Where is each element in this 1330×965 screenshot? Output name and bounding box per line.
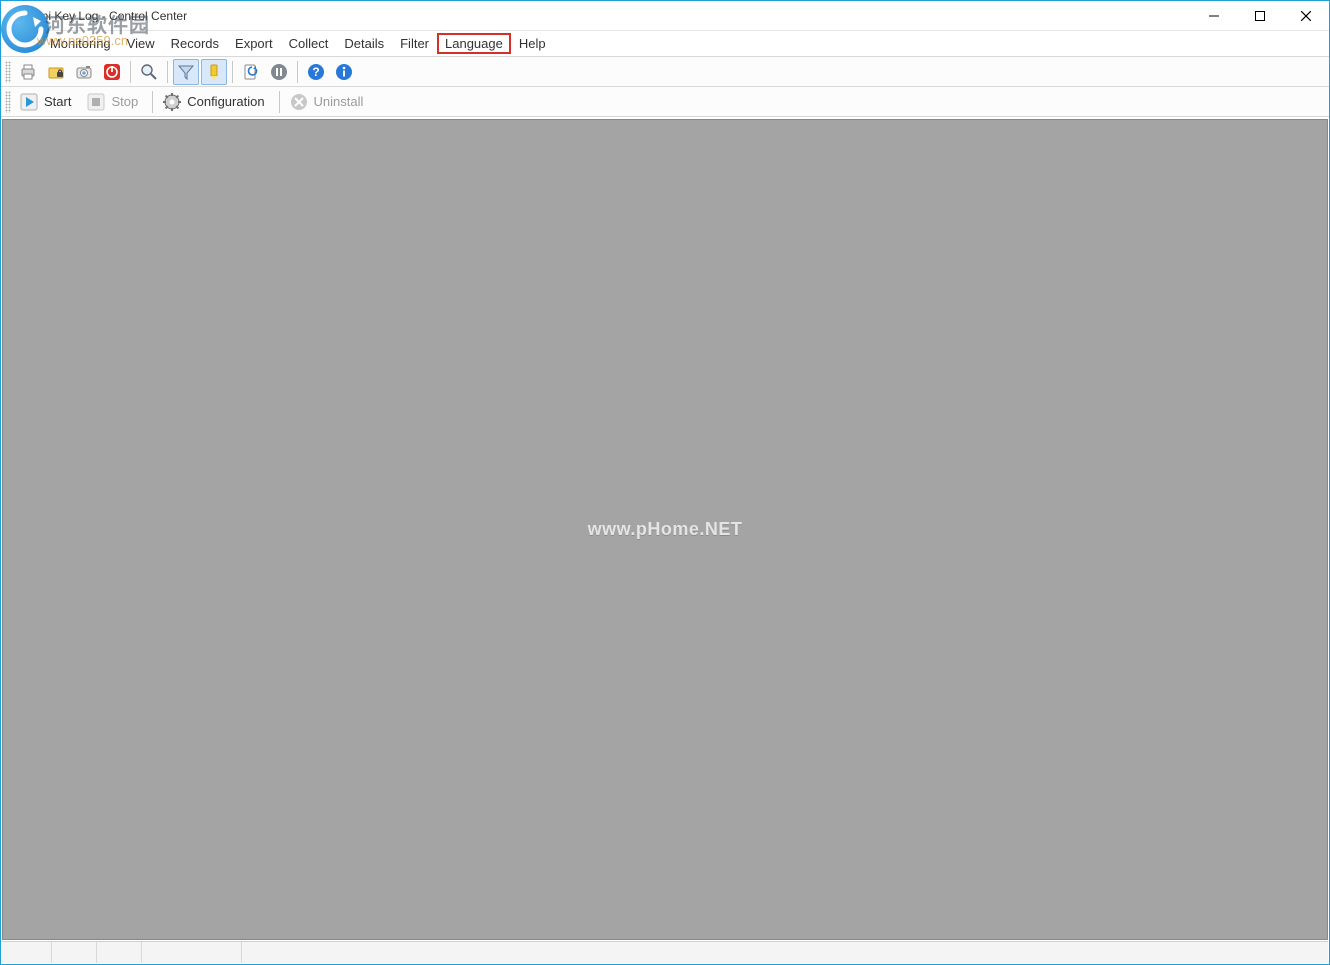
help-icon[interactable]: ?: [303, 59, 329, 85]
menu-monitoring[interactable]: Monitoring: [42, 33, 119, 54]
play-icon: [20, 93, 38, 111]
menu-view[interactable]: View: [119, 33, 163, 54]
status-cell: [2, 942, 52, 963]
menu-file[interactable]: File: [5, 33, 42, 54]
minimize-button[interactable]: [1191, 1, 1237, 30]
funnel-icon[interactable]: [173, 59, 199, 85]
watermark-text: www.pHome.NET: [588, 519, 743, 540]
gear-icon: [163, 93, 181, 111]
stop-label: Stop: [111, 94, 138, 109]
toolbar-separator: [130, 61, 131, 83]
toolbar-separator: [297, 61, 298, 83]
actionbar: Start Stop Configuration Uninstall: [1, 87, 1329, 117]
window-controls: [1191, 1, 1329, 30]
statusbar: [2, 941, 1328, 963]
start-button[interactable]: Start: [15, 89, 80, 115]
toolbar-separator: [167, 61, 168, 83]
stop-button[interactable]: Stop: [82, 89, 147, 115]
menubar: File Monitoring View Records Export Coll…: [1, 31, 1329, 57]
toolbar-separator: [232, 61, 233, 83]
toolbar: ?: [1, 57, 1329, 87]
close-button[interactable]: [1283, 1, 1329, 30]
remove-icon: [290, 93, 308, 111]
toolbar-separator: [152, 91, 153, 113]
menu-filter[interactable]: Filter: [392, 33, 437, 54]
magnifier-icon[interactable]: [136, 59, 162, 85]
content-area: www.pHome.NET: [2, 119, 1328, 940]
toolbar-separator: [279, 91, 280, 113]
menu-export[interactable]: Export: [227, 33, 281, 54]
status-cell: [52, 942, 97, 963]
highlighter-icon[interactable]: [201, 59, 227, 85]
uninstall-button[interactable]: Uninstall: [285, 89, 373, 115]
maximize-button[interactable]: [1237, 1, 1283, 30]
printer-icon[interactable]: [15, 59, 41, 85]
uninstall-label: Uninstall: [314, 94, 364, 109]
refresh-page-icon[interactable]: [238, 59, 264, 85]
svg-text:?: ?: [312, 65, 319, 79]
menu-language[interactable]: Language: [437, 33, 511, 54]
menu-help[interactable]: Help: [511, 33, 554, 54]
start-label: Start: [44, 94, 71, 109]
menu-collect[interactable]: Collect: [281, 33, 337, 54]
info-icon[interactable]: [331, 59, 357, 85]
window-title: Mini Key Log - Control Center: [29, 9, 187, 23]
pause-icon[interactable]: [266, 59, 292, 85]
folder-lock-icon[interactable]: [43, 59, 69, 85]
configuration-label: Configuration: [187, 94, 264, 109]
menu-records[interactable]: Records: [163, 33, 227, 54]
toolbar-grip: [5, 61, 11, 83]
status-cell: [142, 942, 242, 963]
status-cell: [97, 942, 142, 963]
configuration-button[interactable]: Configuration: [158, 89, 273, 115]
power-icon[interactable]: [99, 59, 125, 85]
menu-details[interactable]: Details: [336, 33, 392, 54]
camera-icon[interactable]: [71, 59, 97, 85]
stop-icon: [87, 93, 105, 111]
app-icon: [7, 8, 23, 24]
titlebar: Mini Key Log - Control Center: [1, 1, 1329, 31]
toolbar-grip: [5, 91, 11, 113]
